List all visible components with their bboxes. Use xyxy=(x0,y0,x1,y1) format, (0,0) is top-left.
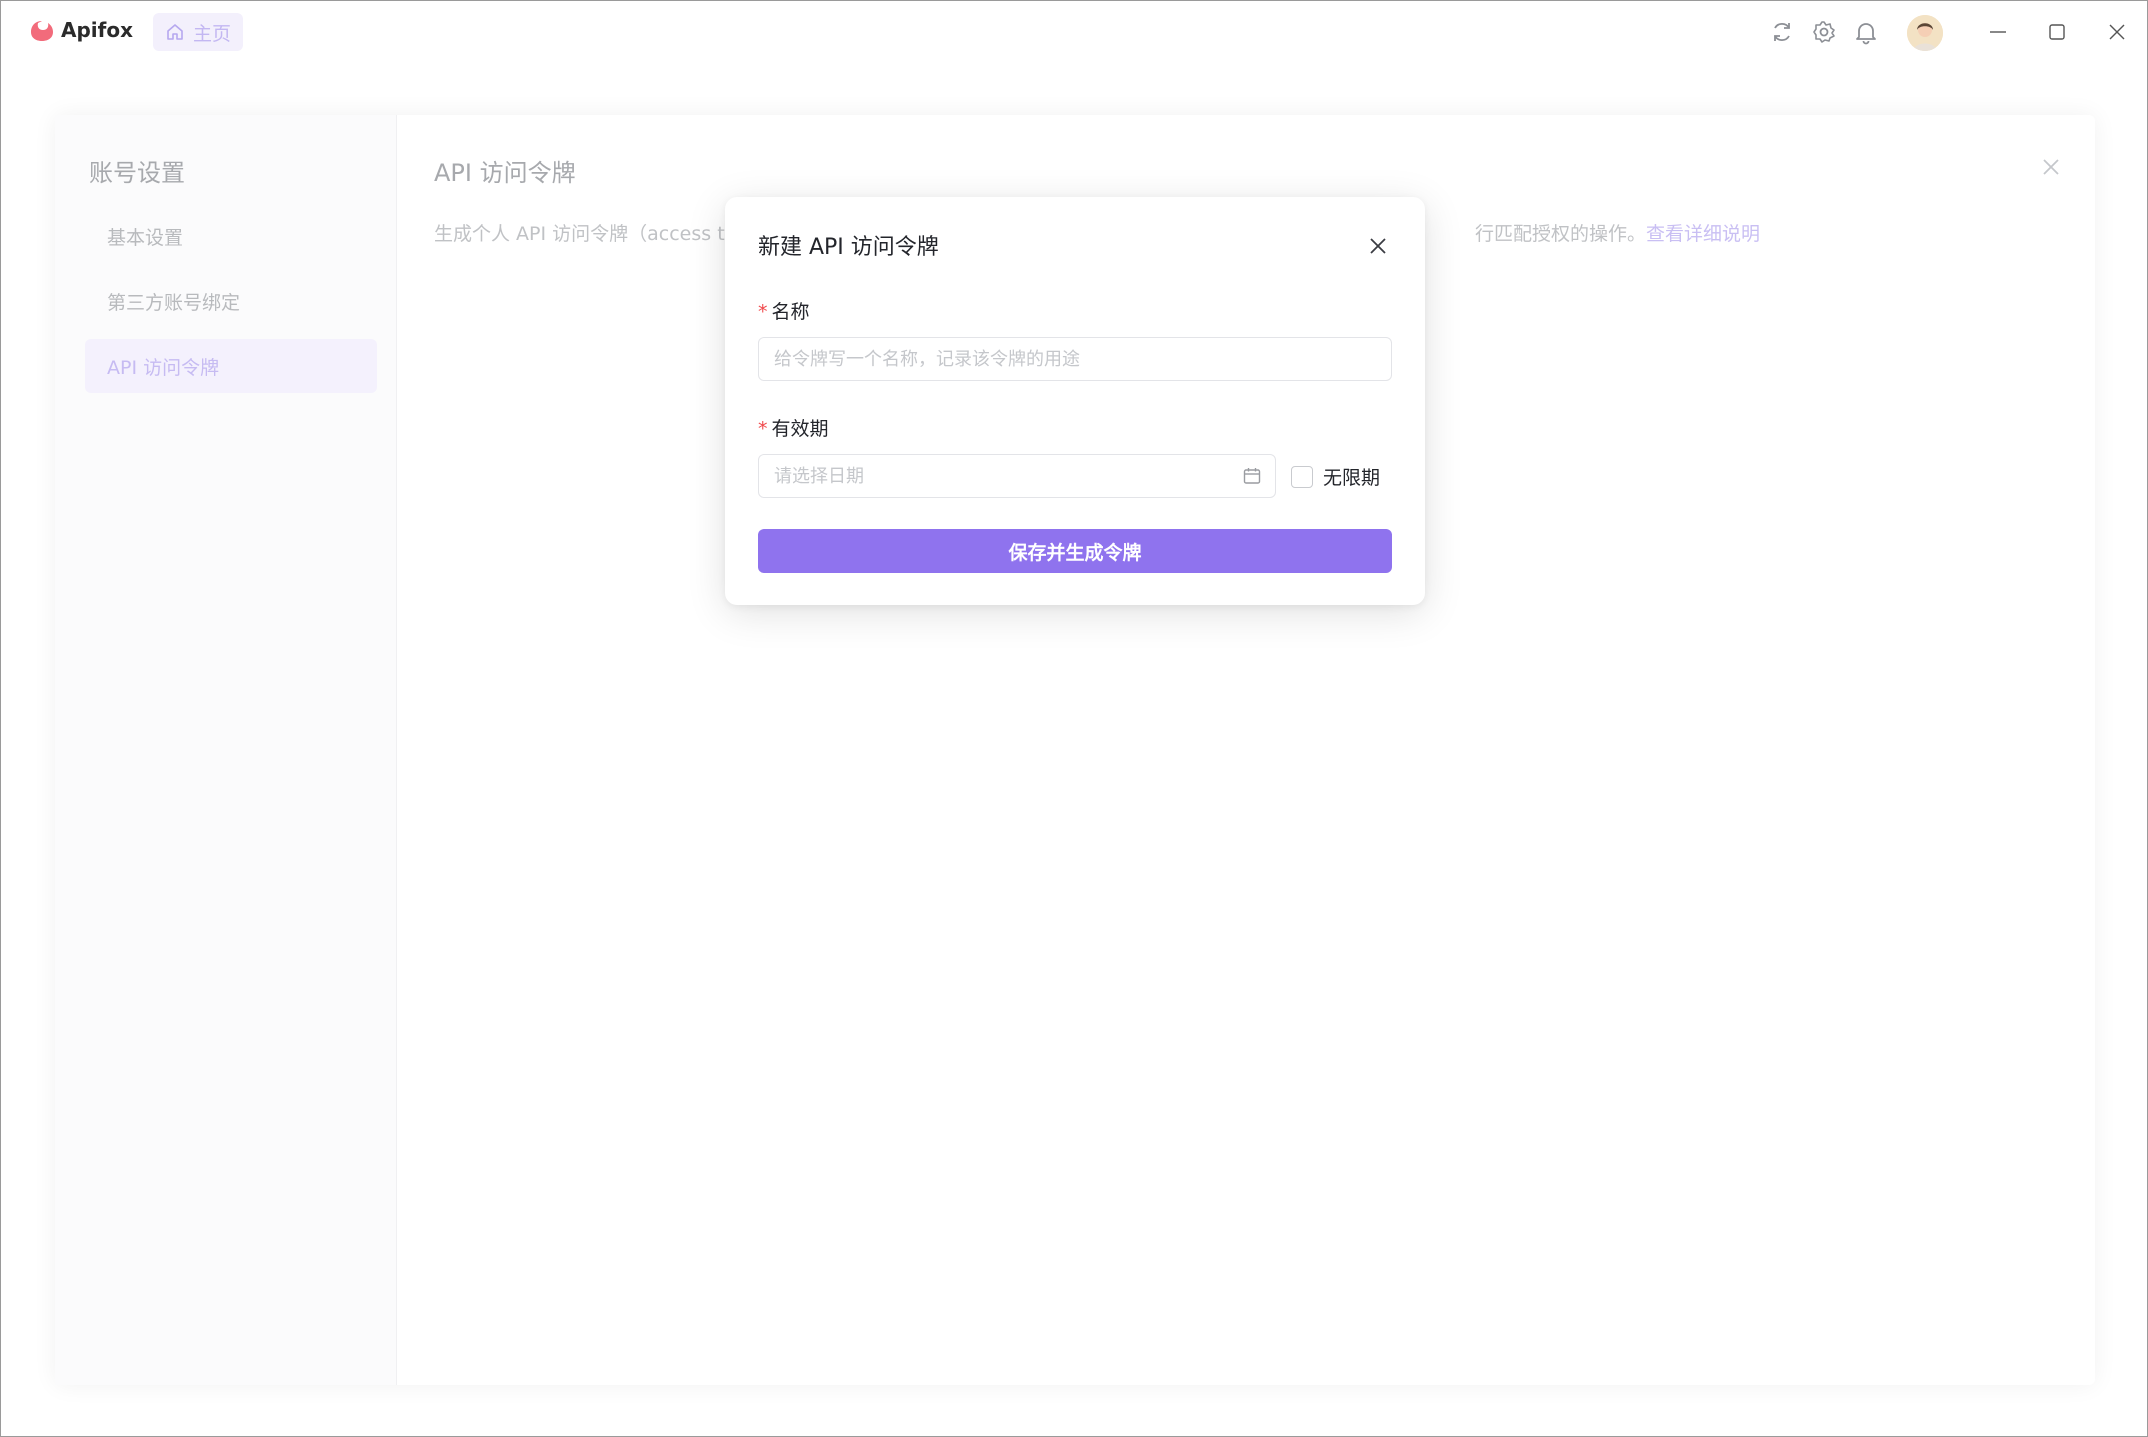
sidebar-item-label: 基本设置 xyxy=(107,226,184,249)
token-name-input[interactable] xyxy=(758,337,1392,381)
sidebar-title: 账号设置 xyxy=(89,159,185,187)
panel-close-icon[interactable] xyxy=(2039,155,2063,179)
page-description-continued: 行匹配授权的操作。查看详细说明 xyxy=(1475,219,1760,246)
expiry-field-label: * 有效期 xyxy=(758,414,829,441)
apifox-logo-icon xyxy=(31,21,53,41)
required-mark: * xyxy=(758,418,768,440)
sidebar-item-label: API 访问令牌 xyxy=(107,356,220,379)
expiry-date-input[interactable] xyxy=(758,454,1276,498)
page-title: API 访问令牌 xyxy=(434,159,576,187)
page-description-tail: 行匹配授权的操作。 xyxy=(1475,223,1647,245)
bell-icon[interactable] xyxy=(1853,19,1879,45)
title-bar: Apifox 主页 xyxy=(1,1,2147,63)
sidebar-item-api-tokens[interactable]: API 访问令牌 xyxy=(85,339,377,393)
home-icon xyxy=(167,24,183,40)
tab-home[interactable]: 主页 xyxy=(153,13,243,51)
sidebar-item-label: 第三方账号绑定 xyxy=(107,291,241,314)
settings-sidebar: 账号设置 基本设置 第三方账号绑定 API 访问令牌 xyxy=(55,115,397,1385)
app-window: Apifox 主页 账号设置 基本设置 第三方账号绑定 API 访问令牌 API… xyxy=(0,0,2148,1437)
sidebar-item-basic-settings[interactable]: 基本设置 xyxy=(85,209,377,263)
app-name: Apifox xyxy=(61,18,133,42)
expiry-label-text: 有效期 xyxy=(771,418,829,440)
no-expiry-checkbox[interactable] xyxy=(1291,465,1313,488)
sidebar-item-third-party-binding[interactable]: 第三方账号绑定 xyxy=(85,274,377,328)
dialog-title: 新建 API 访问令牌 xyxy=(758,235,939,260)
minimize-icon[interactable] xyxy=(1985,19,2011,45)
gear-icon[interactable] xyxy=(1811,19,1837,45)
new-token-dialog: 新建 API 访问令牌 *名称 *有效期 无限期 保存并生成令牌 xyxy=(725,197,1425,605)
name-field-label: * 名称 xyxy=(758,297,810,324)
refresh-icon[interactable] xyxy=(1769,19,1795,45)
app-logo: Apifox xyxy=(29,17,133,43)
save-and-generate-button[interactable]: 保存并生成令牌 xyxy=(758,529,1392,573)
dialog-close-icon[interactable] xyxy=(1365,233,1391,259)
window-close-icon[interactable] xyxy=(2104,19,2130,45)
expiry-date-picker[interactable] xyxy=(758,454,1276,498)
no-expiry-label: 无限期 xyxy=(1323,467,1381,489)
calendar-icon[interactable] xyxy=(1242,466,1262,486)
detail-link[interactable]: 查看详细说明 xyxy=(1646,223,1760,245)
tab-home-label: 主页 xyxy=(192,22,231,45)
page-description: 生成个人 API 访问令牌（access tok xyxy=(434,223,748,245)
user-avatar-image xyxy=(1907,15,1943,51)
no-expiry-option[interactable]: 无限期 xyxy=(1291,463,1380,490)
required-mark: * xyxy=(758,301,768,323)
name-label-text: 名称 xyxy=(771,301,810,323)
user-avatar[interactable] xyxy=(1907,15,1943,51)
maximize-icon[interactable] xyxy=(2044,19,2070,45)
